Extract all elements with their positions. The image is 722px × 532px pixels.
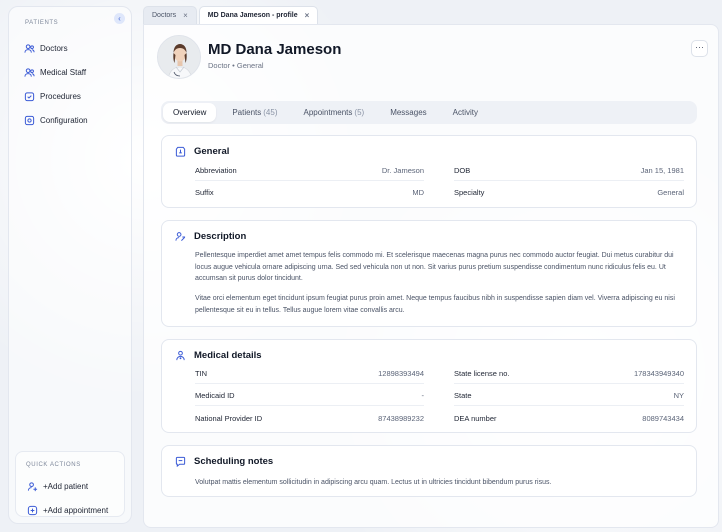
description-paragraph: Vitae orci elementum eget tincidunt ipsu… [195, 295, 675, 314]
field-row: Suffix MD [195, 182, 424, 202]
card-header: Description [175, 231, 246, 242]
calendar-plus-icon [26, 504, 38, 516]
page-title: MD Dana Jameson [208, 41, 342, 58]
sidebar: ‹ PATIENTS Doctors Medical Staff Procedu… [8, 6, 132, 524]
field-label: State license no. [454, 369, 510, 378]
tab-doctors[interactable]: Doctors × [143, 6, 197, 24]
sidebar-item-label: Doctors [40, 43, 68, 53]
add-appointment-label: +Add appointment [43, 505, 109, 515]
tab-bar: Doctors × MD Dana Jameson - profile × [143, 6, 319, 24]
tab-activity[interactable]: Activity [443, 103, 488, 122]
tab-count: (45) [263, 108, 278, 117]
sidebar-item-medical-staff[interactable]: Medical Staff [23, 60, 88, 84]
field-label: Medicaid ID [195, 391, 235, 400]
sidebar-item-configuration[interactable]: Configuration [23, 108, 88, 132]
avatar [157, 35, 201, 79]
field-value: Dr. Jameson [381, 166, 424, 175]
field-label: National Provider ID [195, 413, 263, 423]
tab-messages[interactable]: Messages [380, 103, 436, 122]
description-card: Description Pellentesque imperdiet amet … [161, 220, 697, 327]
field-label: State [454, 391, 472, 400]
quick-actions-panel: QUICK ACTIONS +Add patient +Add appointm… [15, 451, 125, 517]
field-row: State NY [454, 386, 684, 406]
tab-label: Patients [232, 108, 262, 117]
field-label: Specialty [454, 187, 485, 197]
tab-profile[interactable]: MD Dana Jameson - profile × [198, 6, 319, 24]
tab-label: Doctors [152, 12, 177, 19]
sidebar-item-doctors[interactable]: Doctors [23, 36, 88, 60]
card-title: General [194, 146, 230, 157]
card-header: Medical details [175, 350, 262, 361]
sidebar-nav: Doctors Medical Staff Procedures Configu… [23, 36, 88, 132]
tab-appointments[interactable]: Appointments (5) [293, 103, 374, 122]
field-label: DEA number [454, 413, 497, 423]
field-value: 178343949340 [633, 369, 684, 378]
users-icon [23, 42, 35, 54]
id-badge-icon [175, 146, 186, 157]
field-label: Abbreviation [195, 166, 237, 175]
sidebar-item-label: Configuration [40, 115, 88, 125]
tab-label: Messages [390, 108, 427, 117]
field-row: Abbreviation Dr. Jameson [195, 161, 424, 181]
field-label: Suffix [195, 187, 214, 197]
field-value: 12898393494 [378, 369, 424, 378]
doctor-icon [175, 350, 186, 361]
scheduling-notes-card: Scheduling notes Volutpat mattis element… [161, 445, 697, 497]
field-value: Jan 15, 1981 [640, 166, 684, 175]
add-user-icon [26, 480, 38, 492]
tab-label: Overview [173, 108, 207, 117]
card-header: Scheduling notes [175, 456, 273, 467]
quick-actions-label: QUICK ACTIONS [26, 462, 81, 468]
field-value: MD [412, 187, 424, 197]
field-label: DOB [454, 166, 471, 175]
field-row: Specialty General [454, 182, 684, 202]
field-row: Medicaid ID - [195, 386, 424, 406]
close-icon[interactable]: × [183, 11, 188, 20]
card-title: Medical details [194, 350, 262, 361]
field-value: - [421, 391, 425, 400]
general-card: General Abbreviation Dr. Jameson DOB Jan… [161, 135, 697, 208]
field-value: 87438989232 [378, 413, 424, 423]
field-row: DOB Jan 15, 1981 [454, 161, 684, 181]
description-paragraph: Pellentesque imperdiet amet amet tempus … [195, 252, 674, 282]
add-appointment-button[interactable]: +Add appointment [26, 498, 108, 522]
more-options-button[interactable]: ··· [691, 40, 708, 57]
card-header: General [175, 146, 229, 157]
collapse-sidebar-button[interactable]: ‹ [114, 13, 125, 24]
field-row: State license no. 178343949340 [454, 364, 684, 384]
profile-panel: MD Dana Jameson Doctor • General ··· Ove… [143, 24, 719, 528]
sidebar-item-label: Medical Staff [40, 67, 87, 77]
close-icon[interactable]: × [305, 11, 310, 20]
clipboard-icon [23, 90, 35, 102]
tab-label: Appointments [303, 108, 353, 117]
users-icon [23, 66, 35, 78]
field-row: DEA number 8089743434 [454, 408, 684, 428]
gear-icon [23, 114, 35, 126]
sidebar-section-label: PATIENTS [25, 20, 59, 26]
medical-details-card: Medical details TIN 12898393494 State li… [161, 339, 697, 433]
field-value: NY [673, 391, 684, 400]
sidebar-item-label: Procedures [40, 91, 81, 101]
tab-count: (5) [354, 108, 365, 117]
field-row: National Provider ID 87438989232 [195, 408, 424, 428]
field-label: TIN [195, 369, 208, 378]
message-icon [175, 456, 186, 467]
quick-actions-list: +Add patient +Add appointment [26, 474, 108, 522]
profile-tabs: Overview Patients (45) Appointments (5) … [161, 101, 697, 124]
sidebar-item-procedures[interactable]: Procedures [23, 84, 88, 108]
add-patient-button[interactable]: +Add patient [26, 474, 108, 498]
add-patient-label: +Add patient [43, 481, 89, 491]
tab-overview[interactable]: Overview [163, 103, 217, 122]
card-title: Description [194, 231, 247, 242]
tab-patients[interactable]: Patients (45) [222, 103, 287, 122]
tab-label: MD Dana Jameson - profile [207, 12, 298, 19]
field-value: General [657, 187, 684, 197]
card-title: Scheduling notes [194, 456, 274, 467]
tab-label: Activity [452, 108, 478, 117]
profile-subtitle: Doctor • General [208, 61, 264, 70]
field-value: 8089743434 [642, 413, 684, 423]
field-row: TIN 12898393494 [195, 364, 424, 384]
user-edit-icon [175, 231, 186, 242]
scheduling-notes-text: Volutpat mattis elementum sollicitudin i… [195, 479, 552, 486]
